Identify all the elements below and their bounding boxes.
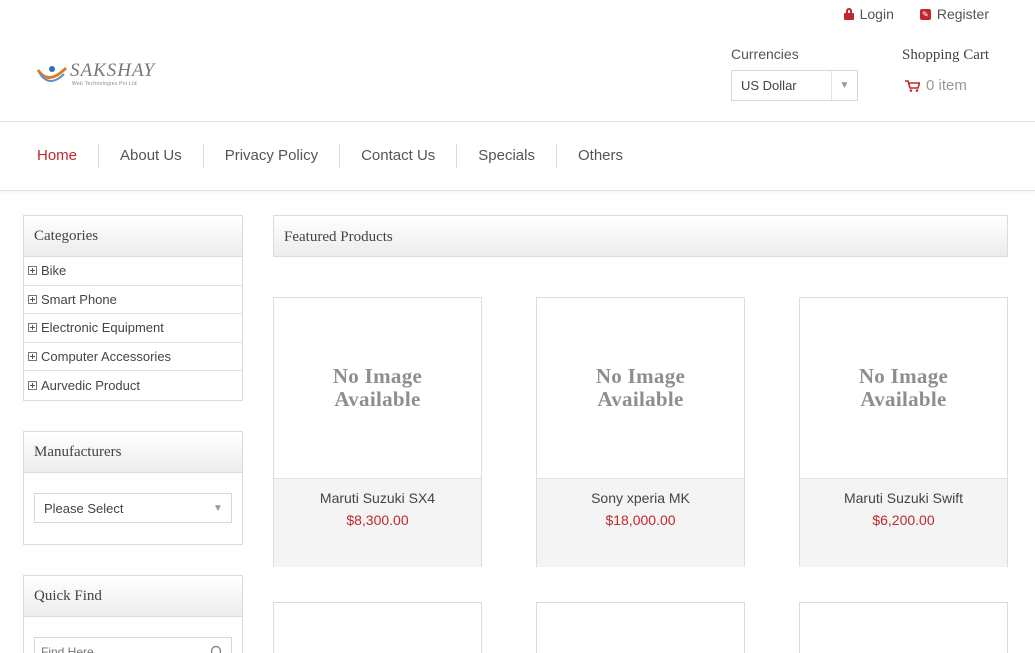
- no-image-placeholder: No Image Available: [800, 298, 1007, 479]
- product-card[interactable]: No Image Available Sony xperia MK $18,000…: [536, 297, 745, 567]
- login-label: Login: [859, 6, 894, 22]
- product-name[interactable]: Maruti Suzuki SX4: [274, 490, 481, 506]
- category-label: Smart Phone: [41, 291, 117, 307]
- category-item[interactable]: Computer Accessories: [24, 343, 242, 372]
- categories-title: Categories: [24, 216, 242, 257]
- product-name[interactable]: Sony xperia MK: [537, 490, 744, 506]
- product-name[interactable]: Maruti Suzuki Swift: [800, 490, 1007, 506]
- nav-item-others[interactable]: Others: [557, 144, 644, 168]
- register-label: Register: [936, 6, 989, 22]
- category-label: Electronic Equipment: [41, 320, 164, 336]
- top-links: Login ✎ Register: [843, 6, 989, 22]
- expand-icon: [28, 294, 37, 304]
- product-card[interactable]: No Image Available Maruti Suzuki Swift $6…: [799, 297, 1008, 567]
- quickfind-box: Quick Find: [23, 575, 243, 653]
- register-icon: ✎: [919, 8, 931, 20]
- currency-selected-value: US Dollar: [741, 78, 797, 93]
- register-link[interactable]: ✎ Register: [919, 6, 989, 22]
- site-logo[interactable]: SAKSHAY Web Technologies Pvt Ltd: [36, 60, 158, 94]
- currency-select[interactable]: US Dollar ▼: [731, 70, 858, 101]
- expand-icon: [28, 381, 37, 391]
- product-card[interactable]: [273, 602, 482, 653]
- product-price: $8,300.00: [346, 512, 409, 528]
- main-nav: Home About Us Privacy Policy Contact Us …: [0, 121, 1035, 191]
- nav-item-about-us[interactable]: About Us: [99, 144, 204, 168]
- quickfind-field: [34, 637, 232, 653]
- featured-title: Featured Products: [273, 215, 1008, 257]
- expand-icon: [28, 266, 37, 276]
- product-card[interactable]: [536, 602, 745, 653]
- manufacturers-title: Manufacturers: [24, 432, 242, 473]
- manufacturer-selected-value: Please Select: [44, 500, 124, 516]
- manufacturer-select[interactable]: Please Select ▼: [34, 493, 232, 523]
- chevron-down-icon: ▼: [831, 71, 857, 100]
- category-label: Computer Accessories: [41, 349, 172, 365]
- no-image-placeholder: No Image Available: [274, 298, 481, 479]
- category-item[interactable]: Aurvedic Product: [24, 371, 242, 400]
- product-price: $18,000.00: [605, 512, 676, 528]
- product-card[interactable]: [799, 602, 1008, 653]
- cart-link[interactable]: 0 item: [905, 77, 967, 94]
- nav-item-privacy-policy[interactable]: Privacy Policy: [204, 144, 341, 168]
- nav-item-contact-us[interactable]: Contact Us: [340, 144, 458, 168]
- chevron-down-icon: ▼: [213, 502, 223, 514]
- cart-title: Shopping Cart: [902, 47, 990, 63]
- product-card[interactable]: No Image Available Maruti Suzuki SX4 $8,3…: [273, 297, 482, 567]
- category-label: Aurvedic Product: [41, 378, 140, 394]
- lock-icon: [843, 8, 854, 20]
- categories-box: Categories Bike Smart Phone Electronic E…: [23, 215, 243, 401]
- category-label: Bike: [41, 263, 67, 279]
- nav-item-home[interactable]: Home: [16, 144, 100, 168]
- quickfind-title: Quick Find: [24, 576, 242, 617]
- product-price: $6,200.00: [872, 512, 935, 528]
- logo-subtext: Web Technologies Pvt Ltd: [72, 81, 137, 87]
- expand-icon: [28, 352, 37, 362]
- search-icon[interactable]: [210, 645, 224, 653]
- category-item[interactable]: Bike: [24, 257, 242, 286]
- cart-count: 0 item: [926, 77, 967, 94]
- cart-icon: [905, 79, 920, 92]
- logo-text: SAKSHAY: [70, 60, 156, 81]
- login-link[interactable]: Login: [843, 6, 894, 22]
- logo-mark-icon: [36, 66, 68, 82]
- nav-item-specials[interactable]: Specials: [457, 144, 557, 168]
- currencies-label: Currencies: [731, 46, 799, 62]
- no-image-placeholder: No Image Available: [537, 298, 744, 479]
- expand-icon: [28, 323, 37, 333]
- manufacturers-box: Manufacturers Please Select ▼: [23, 431, 243, 545]
- category-item[interactable]: Smart Phone: [24, 286, 242, 315]
- quickfind-input[interactable]: [35, 638, 205, 653]
- category-item[interactable]: Electronic Equipment: [24, 314, 242, 343]
